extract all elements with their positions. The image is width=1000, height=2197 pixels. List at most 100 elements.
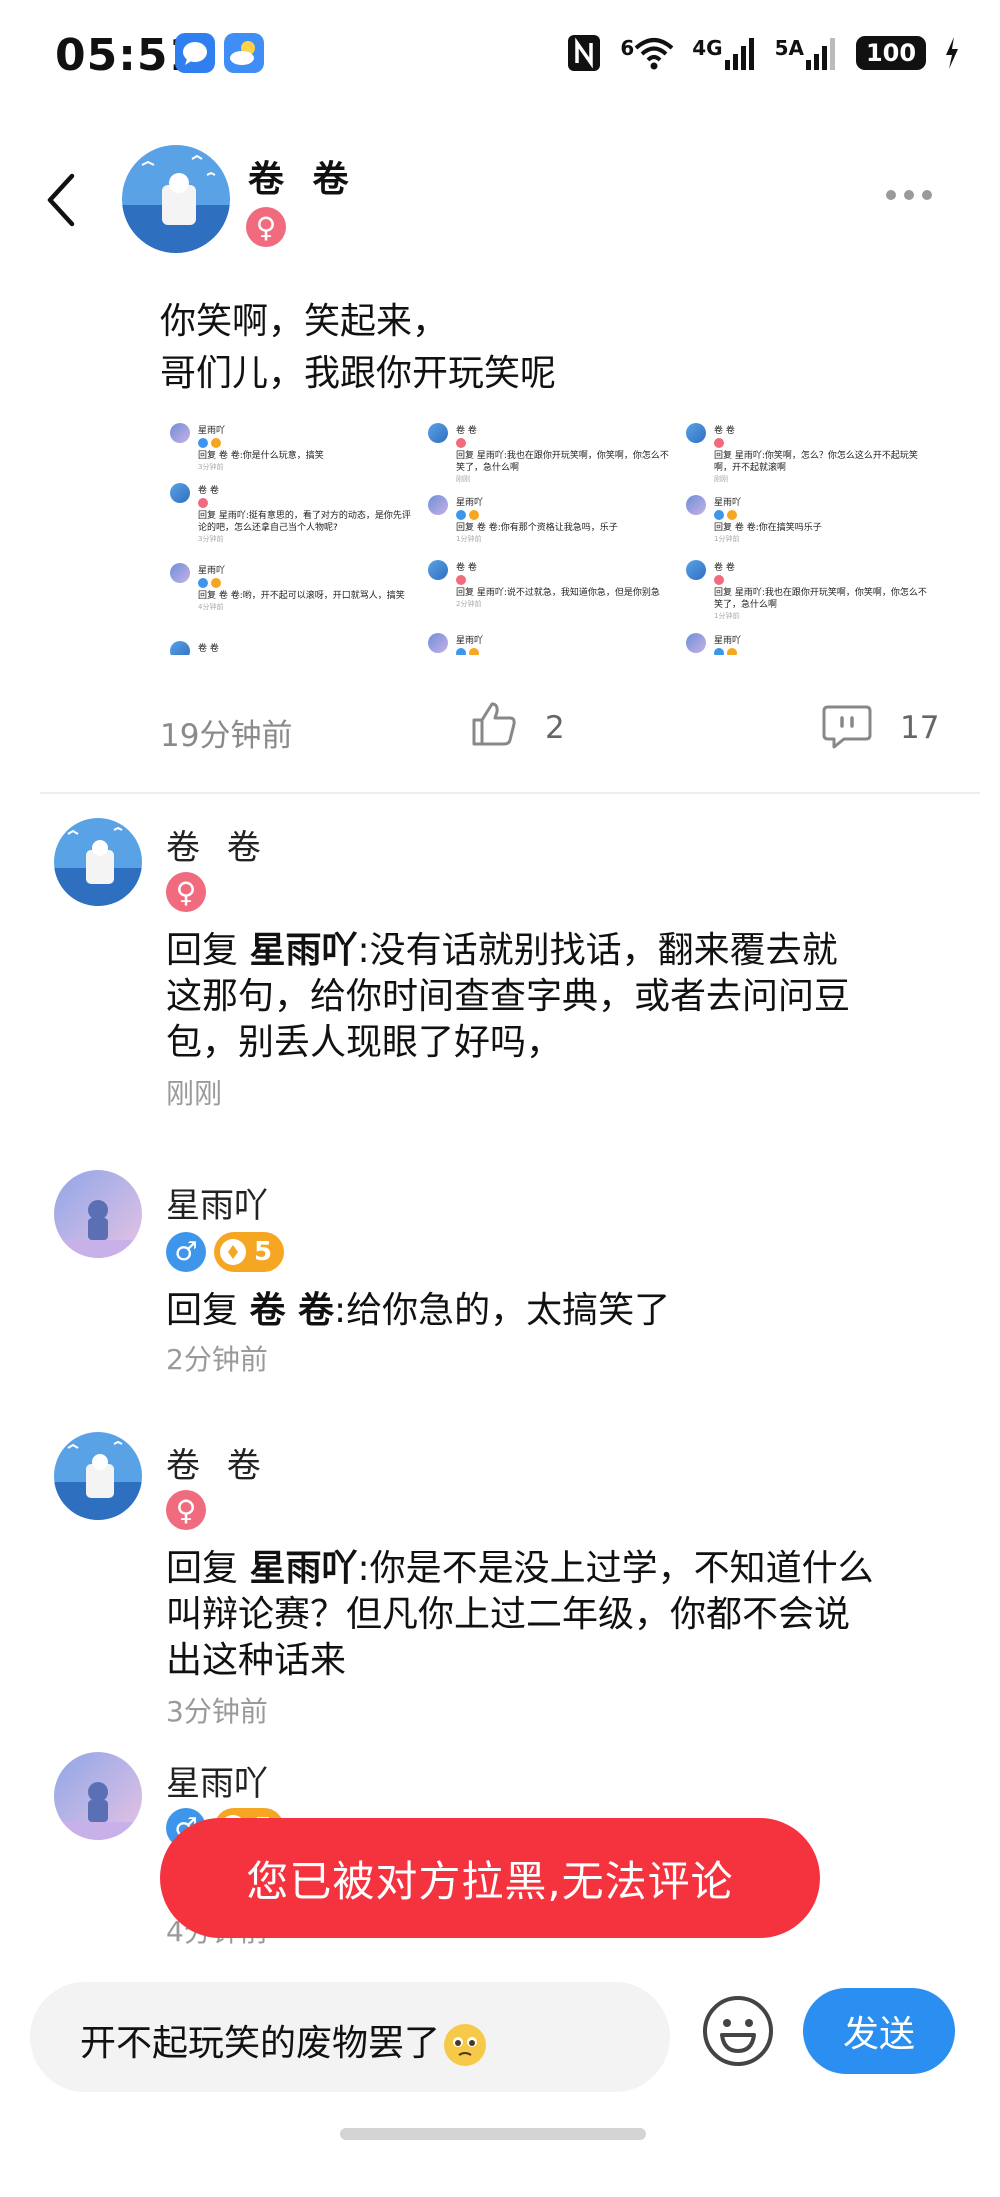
home-indicator[interactable]	[340, 2128, 646, 2140]
divider	[40, 792, 980, 794]
thumb-name: 卷 卷	[456, 563, 477, 573]
emoji-picker-icon[interactable]	[702, 1995, 774, 2067]
thumb-text: 回复 卷 卷:哟，开不起可以滚呀，开口就骂人，搞笑	[198, 591, 405, 601]
thumb-text: 回复 星雨吖:我也在跟你开玩笑啊，你笑啊，你怎么不笑了，急什么啊	[714, 588, 927, 610]
comment-timestamp: 2分钟前	[166, 1343, 268, 1376]
thumb-name: 卷 卷	[714, 563, 735, 573]
comment-input[interactable]: 开不起玩笑的废物罢了	[30, 1982, 670, 2092]
thumb-text: 回复 星雨吖:挺有意思的，看了对方的动态，是你先评论的吧，怎么还拿自己当个人物呢…	[198, 511, 411, 533]
reply-target[interactable]: 星雨吖	[249, 930, 357, 971]
nfc-icon	[566, 33, 602, 73]
comment-line: 这那句，给你时间查查字典，或者去问问豆	[166, 976, 851, 1017]
post-line-1: 你笑啊，笑起来，	[160, 301, 449, 342]
blocked-toast: 您已被对方拉黑,无法评论	[160, 1818, 820, 1938]
thumb-name: 卷 卷	[198, 486, 219, 496]
thumb-time: 刚刚	[456, 475, 470, 483]
female-gender-badge: ♀	[246, 207, 286, 247]
thumb-name: 星雨吖	[714, 636, 742, 646]
commenter-avatar[interactable]	[54, 1752, 142, 1840]
commenter-name[interactable]: 星雨吖	[166, 1756, 268, 1805]
reply-prefix: 回复	[166, 1548, 250, 1589]
thumb-text: 回复 卷 卷:你是什么玩意，搞笑	[198, 451, 324, 461]
comment-line: 包，别丢人现眼了好吗，	[166, 1022, 563, 1063]
author-name[interactable]: 卷 卷	[248, 150, 357, 202]
comment-text[interactable]: 回复 卷 卷:给你急的，太搞笑了	[166, 1288, 926, 1334]
thumb-time: 刚刚	[714, 475, 728, 483]
thumb-name: 卷 卷	[456, 426, 477, 436]
thumb-name: 星雨吖	[714, 498, 742, 508]
diamond-icon	[220, 1239, 246, 1265]
comment-timestamp: 刚刚	[166, 1077, 223, 1110]
thumb-text: 回复 星雨吖:说不过就急，我知道你急，但是你别急	[456, 588, 660, 598]
comment-text[interactable]: 回复 星雨吖:没有话就别找话，翻来覆去就 这那句，给你时间查查字典，或者去问问豆…	[166, 928, 926, 1066]
comment-line: 出这种话来	[166, 1640, 347, 1681]
back-arrow-icon[interactable]	[42, 170, 82, 230]
female-gender-badge: ♀	[166, 872, 206, 912]
thumb-text: 回复 星雨吖:我也在跟你开玩笑啊，你笑啊，你怎么不笑了，急什么啊	[456, 451, 669, 473]
commenter-avatar[interactable]	[54, 1170, 142, 1258]
level-number: 5	[254, 1237, 273, 1267]
thumb-text: 回复 卷 卷:你在搞笑吗乐子	[714, 523, 822, 533]
comment-text[interactable]: 回复 星雨吖:你是不是没上过学，不知道什么 叫辩论赛？但凡你上过二年级，你都不会…	[166, 1546, 926, 1684]
signal-5a-label: 5A	[774, 36, 804, 60]
pleading-face-emoji-icon	[444, 2024, 487, 2066]
reply-prefix: 回复	[166, 1290, 250, 1331]
thumb-name: 星雨吖	[198, 566, 226, 576]
weather-app-icon	[224, 33, 264, 73]
commenter-name[interactable]: 卷 卷	[166, 1438, 269, 1487]
level-badge: 5	[214, 1232, 285, 1272]
signal-4g-label: 4G	[692, 36, 723, 60]
post-timestamp: 19分钟前	[160, 718, 293, 754]
thumb-time: 4分钟前	[198, 603, 224, 611]
message-app-icon	[175, 33, 215, 73]
thumb-text: 回复 星雨吖:你笑啊，怎么？你怎么这么开不起玩笑啊，开不起就滚啊	[714, 451, 918, 473]
comment-timestamp: 3分钟前	[166, 1695, 268, 1728]
comment-line: :你是不是没上过学，不知道什么	[357, 1548, 874, 1589]
thumb-time: 1分钟前	[714, 535, 740, 543]
signal-4g-icon: 4G	[692, 36, 756, 70]
male-gender-badge: ♂	[166, 1232, 206, 1272]
reply-target[interactable]: 卷 卷	[249, 1290, 334, 1331]
battery-indicator: 100	[856, 36, 926, 70]
post-line-2: 哥们儿，我跟你开玩笑呢	[160, 353, 557, 394]
female-gender-badge: ♀	[166, 1490, 206, 1530]
thumb-name: 星雨吖	[456, 498, 484, 508]
commenter-avatar[interactable]	[54, 1432, 142, 1520]
status-bar: 05:51 6 4G 5A 100	[0, 0, 1000, 110]
thumb-name: 卷 卷	[714, 426, 735, 436]
thumbs-up-icon[interactable]	[470, 700, 518, 748]
commenter-name[interactable]: 星雨吖	[166, 1178, 268, 1227]
thumb-name: 卷 卷	[198, 644, 219, 654]
send-button[interactable]: 发送	[803, 1988, 955, 2074]
reply-prefix: 回复	[166, 930, 250, 971]
thumb-text: 回复 卷 卷:你有那个资格让我急吗，乐子	[456, 523, 618, 533]
post-image-2[interactable]: 卷 卷回复 星雨吖:我也在跟你开玩笑啊，你笑啊，你怎么不笑了，急什么啊 刚刚 星雨…	[418, 415, 686, 655]
more-options-icon[interactable]	[886, 190, 932, 200]
comment-input-text: 开不起玩笑的废物罢了	[80, 2023, 441, 2064]
post-image-3[interactable]: 卷 卷回复 星雨吖:你笑啊，怎么？你怎么这么开不起玩笑啊，开不起就滚啊 刚刚 星雨…	[676, 415, 944, 655]
commenter-name[interactable]: 卷 卷	[166, 820, 269, 869]
like-count: 2	[545, 710, 565, 746]
post-image-1[interactable]: 星雨吖 回复 卷 卷:你是什么玩意，搞笑 3分钟前 卷 卷回复 星雨吖:挺有意思的，…	[160, 415, 428, 655]
comment-line: :没有话就别找话，翻来覆去就	[357, 930, 838, 971]
thumb-time: 1分钟前	[456, 535, 482, 543]
thumb-time: 3分钟前	[198, 535, 224, 543]
wifi-icon: 6	[620, 36, 674, 70]
thumb-name: 星雨吖	[456, 636, 484, 646]
charging-icon	[944, 37, 960, 69]
thumb-name: 星雨吖	[198, 426, 226, 436]
thumb-time: 1分钟前	[714, 612, 740, 620]
comment-icon[interactable]	[822, 704, 872, 750]
comment-count: 17	[900, 710, 940, 746]
thumb-time: 2分钟前	[456, 600, 482, 608]
comment-line: :给你急的，太搞笑了	[334, 1290, 671, 1331]
wifi-label: 6	[620, 36, 635, 60]
reply-target[interactable]: 星雨吖	[249, 1548, 357, 1589]
signal-5a-icon: 5A	[775, 36, 838, 70]
author-avatar[interactable]	[122, 145, 230, 253]
post-content: 你笑啊，笑起来， 哥们儿，我跟你开玩笑呢	[160, 296, 556, 400]
commenter-avatar[interactable]	[54, 818, 142, 906]
comment-input-value[interactable]: 开不起玩笑的废物罢了	[80, 2014, 487, 2066]
thumb-time: 3分钟前	[198, 463, 224, 471]
comment-line: 叫辩论赛？但凡你上过二年级，你都不会说	[166, 1594, 851, 1635]
